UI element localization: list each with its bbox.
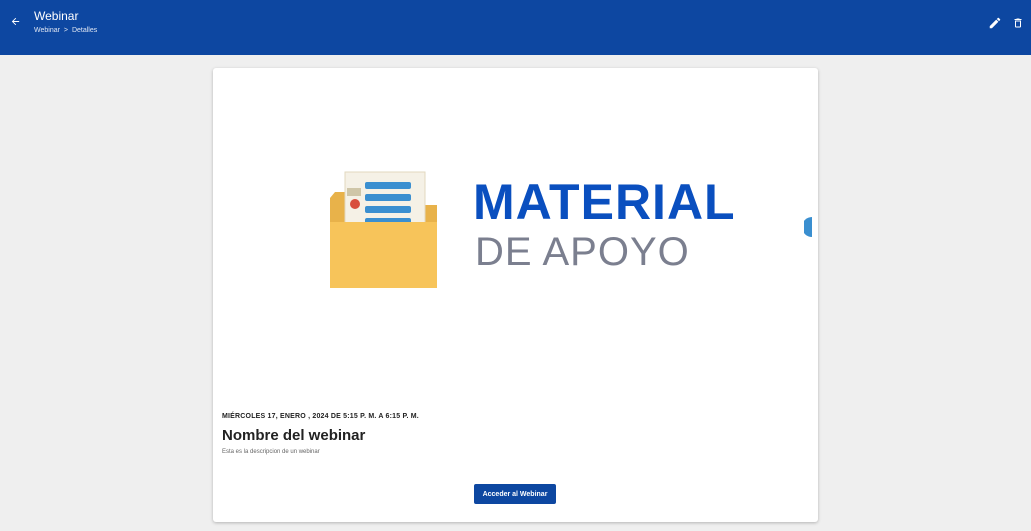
webinar-date: MIÉRCOLES 17, ENERO , 2024 DE 5:15 P. M.… — [222, 413, 419, 420]
breadcrumb: Webinar > Detalles — [34, 26, 97, 35]
breadcrumb-item-detalles: Detalles — [71, 27, 98, 34]
arrow-left-icon — [11, 17, 19, 25]
trash-icon — [1014, 18, 1022, 28]
webinar-card: MATERIAL DE APOYO MIÉRCOLES 17, ENERO , … — [213, 68, 818, 522]
webinar-description: Esta es la descripcion de un webinar — [222, 449, 320, 455]
edit-button[interactable] — [988, 16, 1002, 30]
breadcrumb-separator: > — [63, 27, 68, 34]
pencil-icon — [989, 17, 1001, 29]
webinar-name: Nombre del webinar — [222, 427, 366, 444]
circle-icon — [804, 217, 812, 237]
page-title: Webinar — [34, 9, 79, 23]
breadcrumb-item-webinar[interactable]: Webinar — [34, 27, 60, 34]
header-titles: Webinar Webinar > Detalles — [34, 10, 97, 35]
access-webinar-button[interactable]: Acceder al Webinar — [474, 484, 556, 504]
delete-button[interactable] — [1012, 16, 1024, 30]
banner-title: MATERIAL — [473, 174, 736, 230]
folder-document-icon — [330, 171, 437, 288]
top-app-bar: Webinar Webinar > Detalles — [0, 0, 1031, 55]
back-button[interactable] — [6, 10, 24, 32]
webinar-banner-image: MATERIAL DE APOYO — [213, 68, 818, 408]
banner-subtitle: DE APOYO — [475, 230, 690, 274]
